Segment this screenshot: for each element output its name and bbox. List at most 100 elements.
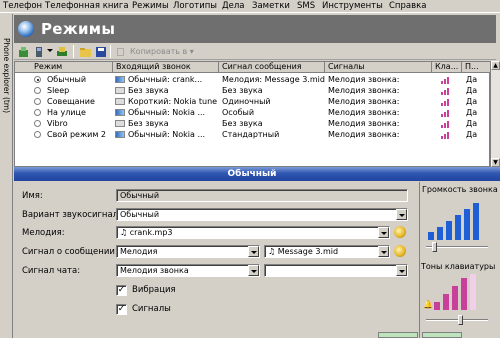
menu-item-modes[interactable]: Режимы bbox=[132, 2, 169, 11]
open-folder-button[interactable] bbox=[78, 45, 91, 58]
cell-mode: Vibro bbox=[47, 119, 68, 128]
volume-bar bbox=[446, 221, 452, 240]
table-row[interactable]: Свой режим 2 Обычный: Nokia ... Стандартны… bbox=[15, 129, 491, 140]
chevron-down-icon[interactable] bbox=[248, 265, 259, 276]
cell-incoming-call: Короткий: Nokia tune bbox=[128, 97, 218, 106]
column-header-last[interactable]: П... bbox=[462, 62, 491, 73]
menu-item-logos[interactable]: Логотипы bbox=[173, 2, 217, 11]
cell-message-signal: Особый bbox=[222, 108, 255, 117]
tone-bar bbox=[443, 294, 449, 310]
chevron-down-icon[interactable] bbox=[396, 265, 407, 276]
phone-explorer-tab[interactable]: Phone explorer (tm) bbox=[0, 14, 13, 338]
column-header-mode[interactable]: Режим bbox=[15, 62, 113, 73]
cell-last: Да bbox=[466, 97, 478, 106]
chevron-down-icon[interactable] bbox=[378, 227, 389, 238]
ring-volume-slider-thumb[interactable] bbox=[432, 242, 437, 252]
ring-variant-value: Обычный bbox=[120, 210, 160, 219]
menu-item-tools[interactable]: Инструменты bbox=[322, 2, 383, 11]
message-signal-type-select[interactable]: Мелодия bbox=[116, 245, 260, 258]
volume-bar bbox=[428, 232, 434, 240]
modes-table: Режим Входящий звонок Сигнал сообщения С… bbox=[14, 61, 491, 167]
menu-item-phone[interactable]: Телефон bbox=[3, 2, 42, 11]
chat-signal-type-select[interactable]: Мелодия звонка bbox=[116, 264, 260, 277]
table-row[interactable]: На улице Обычный: Nokia ... Особый Мелодия … bbox=[15, 107, 491, 118]
phone-icon-button[interactable] bbox=[32, 45, 45, 58]
scroll-down-arrow-icon[interactable]: ▼ bbox=[491, 158, 500, 167]
toolbar: Копировать в ▾ bbox=[14, 43, 496, 60]
menu-item-sms[interactable]: SMS bbox=[297, 2, 315, 11]
table-row[interactable]: Vibro Без звука Без звука Мелодия звонка: Да bbox=[15, 118, 491, 129]
cell-incoming-call: Без звука bbox=[128, 119, 169, 128]
menu-item-notes[interactable]: Заметки bbox=[252, 2, 290, 11]
mode-radio[interactable] bbox=[34, 98, 41, 105]
melody-icon bbox=[115, 76, 125, 83]
new-mode-button[interactable] bbox=[17, 45, 30, 58]
chevron-down-icon[interactable] bbox=[378, 246, 389, 257]
activate-mode-button[interactable] bbox=[55, 45, 68, 58]
ring-volume-label: Громкость звонка bbox=[422, 185, 498, 194]
menu-item-phonebook[interactable]: Телефонная книга bbox=[45, 2, 129, 11]
vibration-checkbox[interactable]: ✓ bbox=[116, 285, 127, 296]
table-header: Режим Входящий звонок Сигнал сообщения С… bbox=[15, 62, 491, 73]
table-row[interactable]: Sleep Без звука Без звука Мелодия звонка: Да bbox=[15, 85, 491, 96]
column-header-message-signal[interactable]: Сигнал сообщения bbox=[219, 62, 325, 73]
table-row[interactable]: Обычный Обычный: crank... Мелодия: Message… bbox=[15, 74, 491, 85]
keypad-tones-slider-track[interactable] bbox=[426, 319, 488, 321]
mode-details-form: Имя: Обычный Вариант звукосигнала: Обычн… bbox=[14, 182, 419, 338]
mode-radio[interactable] bbox=[34, 109, 41, 116]
keypad-tones-slider-thumb[interactable] bbox=[458, 315, 463, 325]
keypad-tones-label: Тоны клавиатуры bbox=[421, 262, 496, 271]
key-tone-level-icon bbox=[441, 120, 453, 128]
tone-bar bbox=[434, 302, 440, 310]
scroll-up-arrow-icon[interactable]: ▲ bbox=[491, 61, 500, 70]
menu-item-tasks[interactable]: Дела bbox=[222, 2, 245, 11]
signals-checkbox[interactable]: ✓ bbox=[116, 304, 127, 315]
cell-mode: Свой режим 2 bbox=[47, 130, 107, 139]
phone-dropdown-arrow-icon[interactable] bbox=[47, 49, 53, 52]
mode-radio[interactable] bbox=[34, 131, 41, 138]
page-title: Режимы bbox=[41, 20, 116, 38]
volume-bar bbox=[464, 209, 470, 240]
chevron-down-icon[interactable] bbox=[396, 209, 407, 220]
copy-to-button[interactable]: Копировать в ▾ bbox=[130, 47, 194, 56]
details-section-header: Обычный bbox=[14, 167, 500, 181]
table-row[interactable]: Совещание Короткий: Nokia tune Одиночный Ме… bbox=[15, 96, 491, 107]
mute-icon bbox=[115, 120, 125, 127]
column-header-incoming-call[interactable]: Входящий звонок bbox=[113, 62, 219, 73]
name-label: Имя: bbox=[22, 191, 43, 201]
play-sound-icon[interactable] bbox=[394, 245, 406, 257]
chevron-down-icon[interactable] bbox=[248, 246, 259, 257]
cell-incoming-call: Обычный: Nokia ... bbox=[128, 130, 206, 139]
cell-signals: Мелодия звонка: bbox=[328, 86, 400, 95]
mute-icon bbox=[115, 87, 125, 94]
cell-incoming-call: Без звука bbox=[128, 86, 169, 95]
play-sound-icon[interactable] bbox=[394, 226, 406, 238]
volume-bar bbox=[455, 215, 461, 240]
message-signal-file-select[interactable]: ♫ Message 3.mid bbox=[264, 245, 390, 258]
key-tone-level-icon bbox=[441, 87, 453, 95]
keypad-tone-bars bbox=[434, 274, 484, 310]
name-field[interactable]: Обычный bbox=[116, 189, 408, 202]
signals-label: Сигналы bbox=[132, 304, 171, 314]
tone-bar bbox=[452, 286, 458, 310]
mode-radio[interactable] bbox=[34, 87, 41, 94]
tone-bar bbox=[461, 278, 467, 310]
toolbar-separator bbox=[110, 45, 111, 58]
cell-last: Да bbox=[466, 108, 478, 117]
column-header-keys[interactable]: Кла... bbox=[432, 62, 462, 73]
vibration-label: Вибрация bbox=[132, 285, 176, 295]
cell-signals: Мелодия звонка: bbox=[328, 108, 400, 117]
key-tone-level-icon bbox=[441, 131, 453, 139]
table-scrollbar[interactable]: ▲ ▼ bbox=[490, 61, 500, 167]
ring-variant-select[interactable]: Обычный bbox=[116, 208, 408, 221]
mode-radio[interactable] bbox=[34, 76, 41, 83]
save-button[interactable] bbox=[94, 45, 107, 58]
melody-select[interactable]: ♫ crank.mp3 bbox=[116, 226, 390, 239]
status-strip bbox=[300, 332, 500, 338]
chat-signal-file-select[interactable] bbox=[264, 264, 408, 277]
menu-item-help[interactable]: Справка bbox=[389, 2, 426, 11]
key-tone-level-icon bbox=[441, 76, 453, 84]
mode-radio[interactable] bbox=[34, 120, 41, 127]
chat-signal-label: Сигнал чата: bbox=[22, 266, 81, 276]
column-header-signals[interactable]: Сигналы bbox=[325, 62, 432, 73]
